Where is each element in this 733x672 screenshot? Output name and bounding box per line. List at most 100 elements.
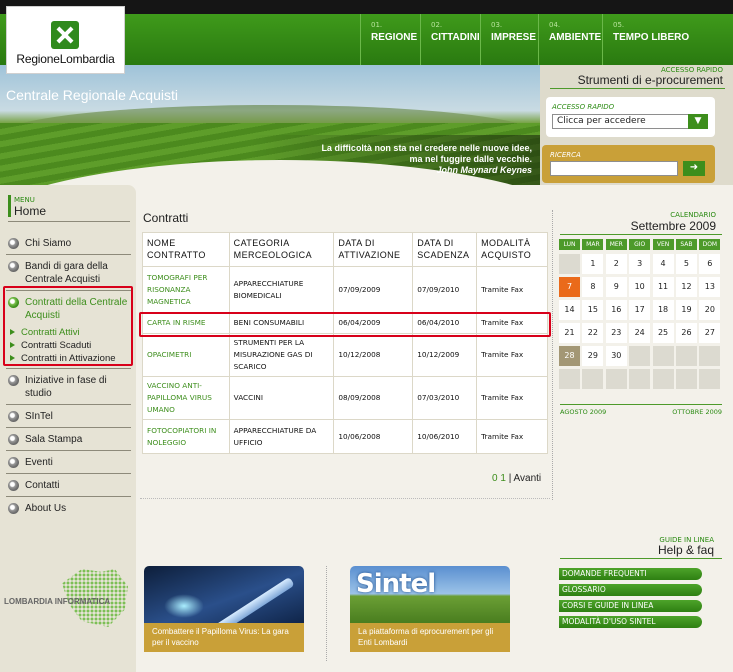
- calendar-day[interactable]: 5: [675, 254, 697, 274]
- quick-access-select[interactable]: Clicca per accedere ▼: [552, 114, 708, 129]
- sidebar-item-chi-siamo[interactable]: Chi Siamo: [6, 237, 131, 255]
- contract-category: VACCINI: [228, 376, 335, 420]
- contract-start-date: 07/09/2009: [333, 266, 414, 313]
- help-links: DOMANDE FREQUENTI GLOSSARIO CORSI E GUID…: [559, 568, 702, 632]
- help-link-modalita-sintel[interactable]: MODALITÀ D'USO SINTEL: [559, 616, 702, 628]
- calendar-day[interactable]: 24: [629, 323, 651, 343]
- banner-quote: La difficoltà non sta nel credere nelle …: [252, 143, 532, 176]
- contract-start-date: 10/06/2008: [333, 419, 414, 454]
- contract-purchase-mode: Tramite Fax: [476, 266, 548, 313]
- calendar-day[interactable]: 6: [699, 254, 721, 274]
- help-heading: Help & faq: [657, 543, 714, 557]
- calendar-day[interactable]: 22: [582, 323, 604, 343]
- calendar-day[interactable]: 12: [675, 277, 697, 297]
- nav-ambiente[interactable]: 04. AMBIENTE: [538, 14, 602, 65]
- calendar-day[interactable]: 10: [629, 277, 651, 297]
- sidebar-item-sintel[interactable]: SInTel: [6, 410, 131, 428]
- nav-imprese[interactable]: 03. IMPRESE: [480, 14, 538, 65]
- quote-author: John Maynard Keynes: [436, 165, 532, 175]
- calendar-day[interactable]: 4: [652, 254, 674, 274]
- calendar-empty-cell: [629, 346, 651, 366]
- calendar-day[interactable]: 1: [582, 254, 604, 274]
- contract-name-link[interactable]: VACCINO ANTI-PAPILLOMA VIRUS UMANO: [142, 376, 230, 420]
- lombardia-informatica-logo[interactable]: LOMBARDIA INFORMATICA: [2, 567, 132, 627]
- contract-end-date: 06/04/2010: [412, 312, 478, 334]
- calendar-day[interactable]: 23: [605, 323, 627, 343]
- nav-cittadini[interactable]: 02. CITTADINI: [420, 14, 480, 65]
- promo-caption: La piattaforma di eprocurement per gli E…: [350, 623, 510, 652]
- pager-separator: |: [508, 473, 512, 484]
- bullet-icon: [8, 457, 19, 468]
- contract-purchase-mode: Tramite Fax: [476, 333, 548, 377]
- calendar-next-month[interactable]: OTTOBRE 2009: [672, 408, 722, 416]
- sidebar-item-about-us[interactable]: About Us: [6, 502, 131, 519]
- table-row: VACCINO ANTI-PAPILLOMA VIRUS UMANO VACCI…: [142, 376, 548, 420]
- search-input[interactable]: [550, 161, 678, 176]
- sidebar-item-label: About Us: [25, 503, 67, 514]
- calendar-day[interactable]: 29: [582, 346, 604, 366]
- next-page-link[interactable]: Avanti: [514, 473, 542, 484]
- promo-sintel[interactable]: Sintel La piattaforma di eprocurement pe…: [350, 566, 510, 652]
- sidebar-item-contatti[interactable]: Contatti: [6, 479, 131, 497]
- calendar-weekday: GIO: [629, 239, 651, 250]
- calendar-empty-cell: [675, 346, 697, 366]
- sidebar-item-iniziative[interactable]: Iniziative in fase di studio: [6, 374, 131, 405]
- regione-lombardia-logo[interactable]: RegioneLombardia: [6, 6, 125, 74]
- calendar-day[interactable]: 30: [605, 346, 627, 366]
- sidebar-item-eventi[interactable]: Eventi: [6, 456, 131, 474]
- pagination: 0 1 | Avanti: [492, 473, 541, 484]
- contract-name-link[interactable]: CARTA IN RISME: [142, 312, 230, 334]
- calendar-day[interactable]: 9: [605, 277, 627, 297]
- table-row: TOMOGRAFI PER RISONANZA MAGNETICA APPARE…: [142, 266, 548, 313]
- calendar-day[interactable]: 21: [559, 323, 580, 343]
- promo-papilloma[interactable]: Combattere il Papilloma Virus: La gara p…: [144, 566, 304, 652]
- nav-label: CITTADINI: [431, 32, 480, 43]
- quick-heading: Strumenti di e-procurement: [577, 73, 723, 87]
- menu-home-link[interactable]: Home: [14, 204, 46, 218]
- calendar-day[interactable]: 14: [559, 300, 580, 320]
- calendar-caption: CALENDARIO: [670, 211, 716, 219]
- calendar-weekday: VEN: [652, 239, 674, 250]
- calendar-day[interactable]: 26: [675, 323, 697, 343]
- sidebar: MENU Home Chi Siamo Bandi di gara della …: [0, 185, 136, 672]
- lombardia-informatica-text: LOMBARDIA INFORMATICA: [4, 597, 111, 606]
- sidebar-item-sala-stampa[interactable]: Sala Stampa: [6, 433, 131, 451]
- bullet-icon: [8, 238, 19, 249]
- calendar-day[interactable]: 2: [605, 254, 627, 274]
- calendar-day[interactable]: 17: [629, 300, 651, 320]
- search-go-arrow-icon[interactable]: ➜: [683, 161, 705, 176]
- calendar-prev-month[interactable]: AGOSTO 2009: [560, 408, 606, 416]
- page-links[interactable]: 0 1: [492, 473, 506, 484]
- calendar-day[interactable]: 19: [675, 300, 697, 320]
- help-link-faq[interactable]: DOMANDE FREQUENTI: [559, 568, 702, 580]
- calendar-day[interactable]: 20: [699, 300, 721, 320]
- calendar-day[interactable]: 7: [559, 277, 580, 297]
- calendar-day[interactable]: 8: [582, 277, 604, 297]
- calendar-day[interactable]: 28: [559, 346, 580, 366]
- help-link-corsi[interactable]: CORSI E GUIDE IN LINEA: [559, 600, 702, 612]
- quick-access-value: Clicca per accedere: [557, 116, 646, 126]
- contract-name-link[interactable]: FOTOCOPIATORI IN NOLEGGIO: [142, 419, 230, 454]
- calendar-day[interactable]: 16: [605, 300, 627, 320]
- sidebar-menu: Chi Siamo Bandi di gara della Centrale A…: [6, 237, 131, 524]
- contract-purchase-mode: Tramite Fax: [476, 312, 548, 334]
- divider: [326, 566, 327, 661]
- calendar-empty-cell: [699, 346, 721, 366]
- contract-name-link[interactable]: TOMOGRAFI PER RISONANZA MAGNETICA: [142, 266, 230, 313]
- chevron-down-icon[interactable]: ▼: [688, 114, 708, 129]
- page-title: Contratti: [143, 211, 189, 225]
- calendar-day[interactable]: 13: [699, 277, 721, 297]
- contract-name-link[interactable]: OPACIMETRI: [142, 333, 230, 377]
- calendar-day[interactable]: 11: [652, 277, 674, 297]
- calendar-day[interactable]: 25: [652, 323, 674, 343]
- calendar-day[interactable]: 18: [652, 300, 674, 320]
- nav-regione[interactable]: 01. REGIONE: [360, 14, 420, 65]
- calendar-day[interactable]: 3: [629, 254, 651, 274]
- contract-category: APPARECCHIATURE DA UFFICIO: [228, 419, 335, 454]
- nav-tempo-libero[interactable]: 05. TEMPO LIBERO: [602, 14, 712, 65]
- calendar-weekdays: LUN MAR MER GIO VEN SAB DOM: [559, 239, 724, 250]
- sintel-landscape-image: Sintel: [350, 566, 510, 624]
- calendar-day[interactable]: 15: [582, 300, 604, 320]
- help-link-glossario[interactable]: GLOSSARIO: [559, 584, 702, 596]
- calendar-day[interactable]: 27: [699, 323, 721, 343]
